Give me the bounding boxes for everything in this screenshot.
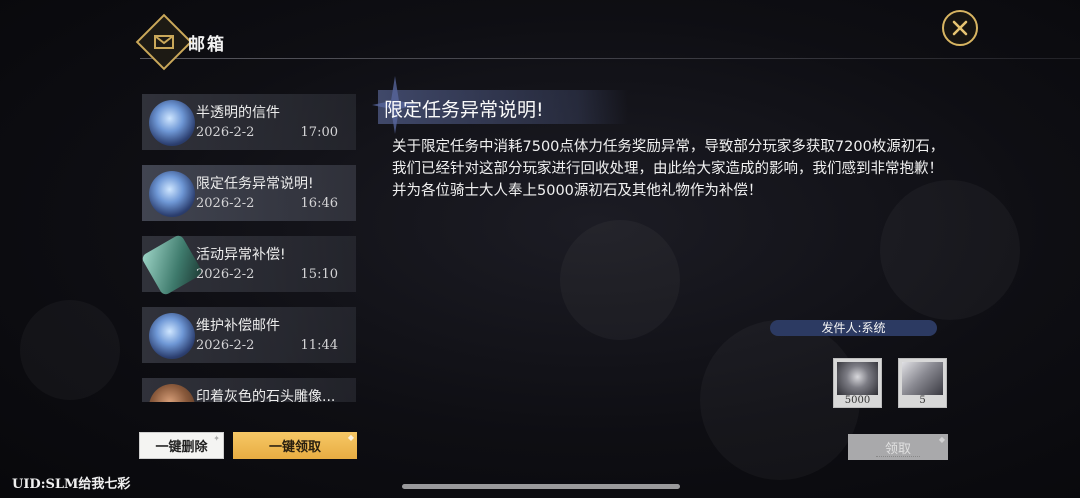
- mail-item-time: 17:00: [300, 125, 338, 140]
- green-ticket-icon: [142, 233, 204, 297]
- sparkle-icon: ◆: [938, 435, 945, 444]
- detail-title: 限定任务异常说明!: [384, 99, 544, 121]
- mail-item-time: 11:44: [300, 338, 338, 353]
- reward-item[interactable]: 5: [898, 358, 947, 408]
- blue-crystal-icon: [149, 313, 195, 359]
- ticket-icon: [902, 362, 943, 395]
- mail-item-selected[interactable]: 限定任务异常说明! 2026-2-2 16:46: [142, 165, 356, 221]
- sparkle-icon: ◆: [347, 433, 354, 442]
- mail-item-title: 限定任务异常说明!: [196, 176, 314, 192]
- mail-item[interactable]: 印着灰色的石头雕像...: [142, 378, 356, 402]
- bokeh-light: [560, 220, 680, 340]
- blue-crystal-icon: [149, 100, 195, 146]
- sender-label: 发件人:系统: [821, 321, 886, 335]
- brown-stone-icon: [149, 384, 195, 402]
- close-button[interactable]: [942, 10, 978, 46]
- mail-list[interactable]: 半透明的信件 2026-2-2 17:00 限定任务异常说明! 2026-2-2…: [142, 94, 356, 402]
- detail-body: 关于限定任务中消耗7500点体力任务奖励异常，导致部分玩家多获取7200枚源初石…: [392, 139, 945, 199]
- reward-count: 5: [919, 395, 926, 406]
- reward-count: 5000: [844, 395, 871, 406]
- claim-label: 领取: [884, 441, 911, 457]
- mail-item-date: 2026-2-2: [196, 267, 255, 282]
- claim-underline: [876, 456, 920, 457]
- delete-all-button[interactable]: 一键删除 ✦: [139, 432, 224, 459]
- home-indicator[interactable]: [402, 484, 680, 489]
- mail-item-time: 16:46: [300, 196, 338, 211]
- claim-all-button[interactable]: 一键领取 ◆: [233, 432, 357, 459]
- mail-emblem-icon: [150, 28, 178, 56]
- mail-item[interactable]: 活动异常补偿! 2026-2-2 15:10: [142, 233, 356, 297]
- bokeh-light: [20, 300, 120, 400]
- mail-item-title: 半透明的信件: [196, 105, 280, 121]
- blue-crystal-icon: [149, 171, 195, 217]
- mail-item[interactable]: 半透明的信件 2026-2-2 17:00: [142, 94, 356, 150]
- claim-all-label: 一键领取: [268, 440, 321, 455]
- mail-item-time: 15:10: [300, 267, 338, 282]
- mail-item[interactable]: 维护补偿邮件 2026-2-2 11:44: [142, 307, 356, 363]
- page-title: 邮箱: [188, 35, 226, 55]
- delete-all-label: 一键删除: [155, 440, 208, 455]
- uid-label: UID:SLM给我七彩: [12, 477, 131, 492]
- mail-item-date: 2026-2-2: [196, 338, 255, 353]
- close-icon: [952, 20, 968, 36]
- source-stone-icon: [837, 362, 878, 395]
- mail-item-date: 2026-2-2: [196, 125, 255, 140]
- reward-item[interactable]: 5000: [833, 358, 882, 408]
- sparkle-icon: ✦: [213, 434, 220, 443]
- header-divider: [140, 58, 1080, 59]
- mail-item-title: 维护补偿邮件: [196, 318, 280, 334]
- mail-item-title: 印着灰色的石头雕像...: [196, 389, 336, 402]
- mail-item-date: 2026-2-2: [196, 196, 255, 211]
- mail-item-title: 活动异常补偿!: [196, 247, 286, 263]
